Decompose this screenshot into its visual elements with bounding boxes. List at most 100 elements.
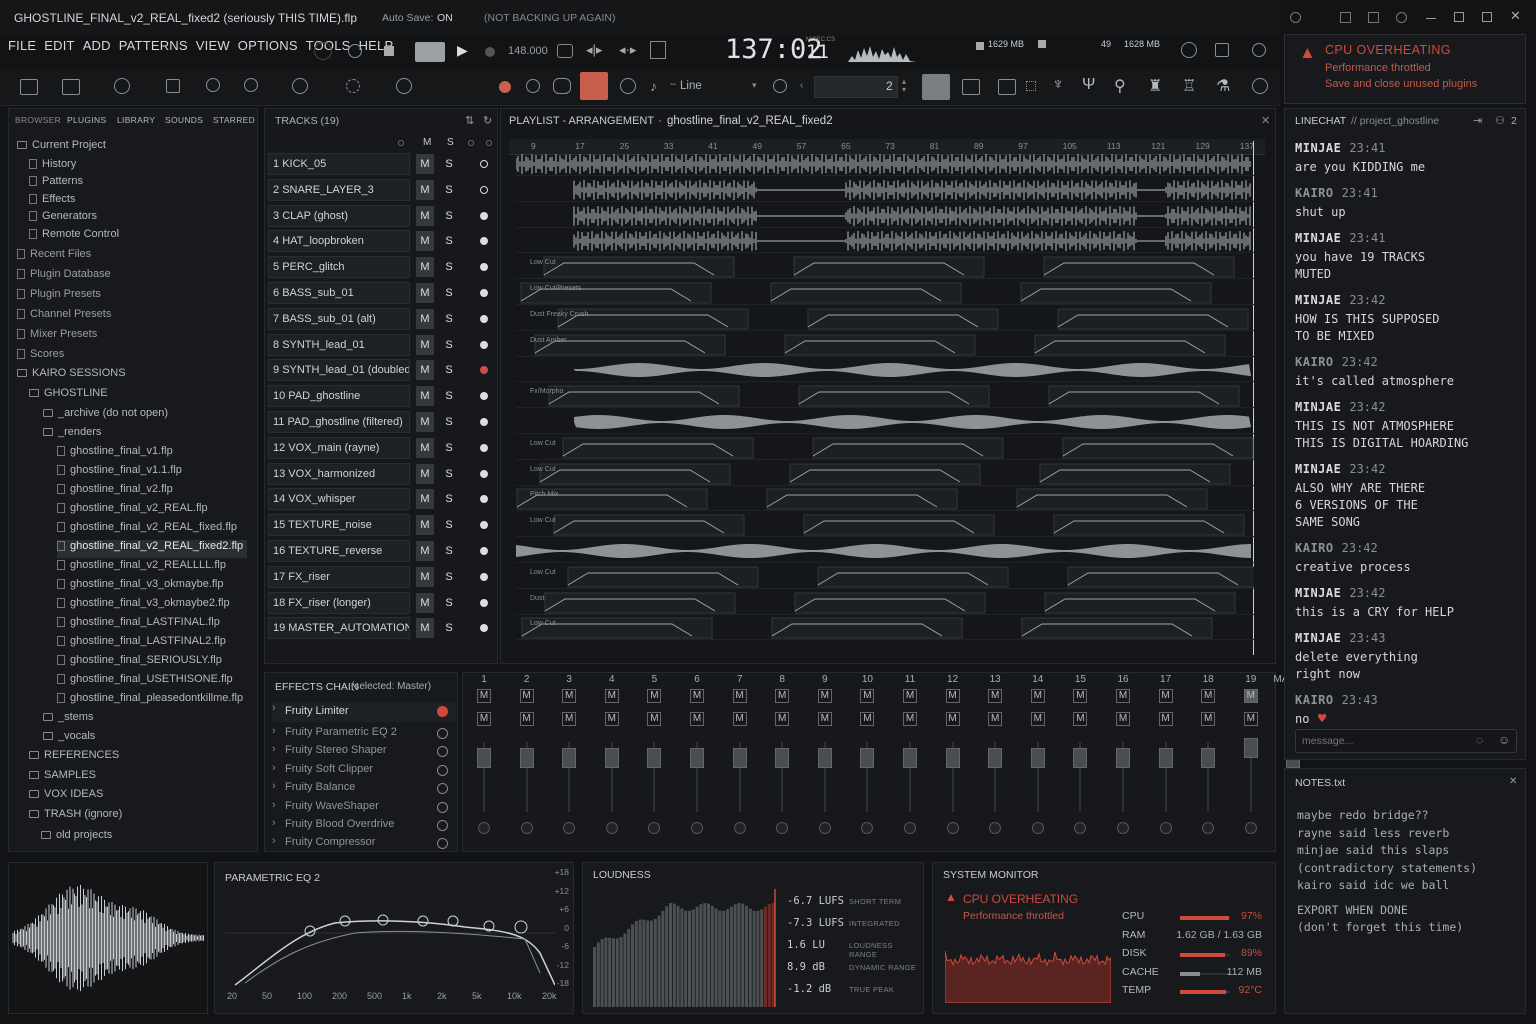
fader-knob[interactable] [604, 748, 619, 768]
browser-item[interactable]: ghostline_final_v2_REAL_fixed.flp [57, 521, 237, 539]
mute-button[interactable]: M [416, 283, 434, 303]
mixer-mute-button[interactable]: M [1158, 689, 1173, 703]
mixer-channel[interactable]: 11 M M [890, 672, 930, 852]
magnet-icon[interactable] [773, 79, 787, 93]
arrangement-lane[interactable] [516, 204, 1254, 228]
browser-item[interactable]: Recent Files [17, 248, 91, 266]
mixer-mute-button[interactable]: M [1073, 689, 1088, 703]
effect-enable-toggle[interactable] [437, 783, 448, 795]
browser-item[interactable]: Current Project [17, 139, 106, 157]
track-row[interactable]: 17 FX_riser M S [268, 565, 498, 589]
mixer-channel[interactable]: 16 M M [1103, 672, 1143, 852]
fader-knob[interactable] [775, 748, 790, 768]
browser-item[interactable]: ghostline_final_v3_okmaybe.flp [57, 578, 224, 596]
snap-dropdown-icon[interactable]: ▾ [752, 80, 757, 91]
fader-knob[interactable] [860, 748, 875, 768]
tab-library[interactable]: LIBRARY [117, 115, 155, 125]
track-name[interactable]: 4 HAT_loopbroken [268, 230, 410, 252]
track-row[interactable]: 2 SNARE_LAYER_3 M S [268, 178, 498, 202]
fader-knob[interactable] [1243, 738, 1258, 758]
arrangement-lane[interactable]: Low Cut [516, 565, 1259, 589]
redo-icon[interactable] [346, 79, 360, 93]
send-knob[interactable] [648, 822, 661, 834]
plugin-picker-icon[interactable] [1026, 81, 1036, 91]
mixer-mute-button[interactable]: M [945, 689, 960, 703]
effect-enable-toggle[interactable] [437, 706, 448, 717]
mixer-solo-button[interactable]: M [817, 712, 832, 726]
mixer-channel[interactable]: 10 M M [847, 672, 887, 852]
solo-button[interactable]: S [440, 386, 458, 406]
mixer-mute-button[interactable]: M [562, 689, 577, 703]
send-knob[interactable] [691, 822, 703, 834]
step-spinner-icon[interactable]: ▴ ▾ [902, 78, 906, 94]
effect-slot[interactable]: › Fruity Stereo Shaper [272, 743, 456, 761]
mixer-mute-button[interactable]: M [1030, 689, 1045, 703]
tab-starred[interactable]: STARRED [213, 115, 255, 125]
browser-item[interactable]: KAIRO SESSIONS [17, 367, 126, 385]
solo-button[interactable]: S [440, 360, 458, 380]
track-row[interactable]: 7 BASS_sub_01 (alt) M S [268, 307, 498, 331]
status-icon[interactable] [1290, 12, 1301, 23]
effect-slot[interactable]: › Fruity WaveShaper [272, 799, 456, 817]
arrangement-lane[interactable]: Fx/Morpho [516, 384, 1254, 408]
send-knob[interactable] [1074, 822, 1087, 834]
camera-icon[interactable] [1368, 12, 1379, 23]
solo-button[interactable]: S [440, 541, 458, 561]
send-knob[interactable] [989, 822, 1002, 834]
maximize-icon[interactable] [1482, 12, 1492, 22]
mixer-solo-button[interactable]: M [732, 712, 747, 726]
fader-knob[interactable] [732, 748, 747, 768]
arrangement-lane[interactable]: Pitch Mix [516, 487, 1254, 511]
browser-item[interactable]: REFERENCES [29, 749, 119, 767]
send-knob[interactable] [1117, 822, 1129, 834]
mute-button[interactable]: M [416, 567, 434, 587]
send-knob[interactable] [1031, 822, 1044, 834]
browser-item[interactable]: _renders [43, 426, 101, 444]
mixer-channel[interactable]: 19 M M [1231, 672, 1271, 852]
mixer-solo-button[interactable]: M [903, 712, 917, 726]
browser-item[interactable]: ghostline_final_v2_REAL.flp [57, 502, 208, 520]
arrangement-lane[interactable]: Low Cut [516, 436, 1254, 460]
mixer-icon[interactable] [962, 79, 980, 95]
browser-item[interactable]: Remote Control [29, 228, 119, 246]
browser-item[interactable]: ghostline_final_v2_REAL_fixed2.flp [57, 540, 247, 558]
track-row[interactable]: 11 PAD_ghostline (filtered) M S [268, 410, 498, 434]
solo-button[interactable]: S [440, 283, 458, 303]
screenshot-icon[interactable] [1340, 12, 1351, 23]
arrangement-lane[interactable]: Low Cut [516, 513, 1254, 537]
mixer-solo-button[interactable]: M [690, 712, 704, 726]
browser-item[interactable]: ghostline_final_SERIOUSLY.flp [57, 654, 222, 672]
mute-button[interactable]: M [416, 257, 434, 277]
browser-item[interactable]: _vocals [43, 730, 95, 748]
solo-button[interactable]: S [440, 438, 458, 458]
undo-icon[interactable] [206, 78, 220, 92]
mixer-solo-button[interactable]: M [1158, 712, 1173, 726]
mixer-channel[interactable]: 4 MM [592, 672, 632, 852]
fader-knob[interactable] [945, 748, 960, 768]
effect-enable-toggle[interactable] [437, 820, 448, 831]
solo-button[interactable]: S [440, 231, 458, 251]
arrangement-lane[interactable]: Dust [516, 591, 1254, 615]
effect-enable-toggle[interactable] [437, 801, 448, 813]
track-name[interactable]: 3 CLAP (ghost) [268, 205, 410, 227]
effect-enable-toggle[interactable] [437, 838, 448, 850]
song-mode-toggle[interactable] [415, 42, 445, 62]
track-arm-dot[interactable] [480, 418, 488, 426]
send-knob[interactable] [904, 822, 916, 834]
tool-6-icon[interactable]: ⚗ [1216, 76, 1230, 96]
mute-button[interactable]: M [416, 180, 434, 200]
mixer-solo-button[interactable]: M [647, 712, 662, 726]
menu-file[interactable]: FILE [8, 38, 36, 53]
browser-item[interactable]: Generators [29, 210, 97, 228]
track-name[interactable]: 14 VOX_whisper [268, 488, 410, 510]
browser-item[interactable]: Scores [17, 348, 64, 366]
attach-icon[interactable]: ◌ [1476, 733, 1483, 747]
track-arm-dot[interactable] [480, 392, 488, 400]
track-arm-dot[interactable] [480, 212, 488, 220]
track-arm-dot[interactable] [480, 366, 488, 374]
track-row[interactable]: 19 MASTER_AUTOMATION M S [268, 616, 498, 640]
notes-close-icon[interactable]: ✕ [1509, 776, 1517, 787]
solo-button[interactable]: S [440, 618, 458, 638]
mute-button[interactable]: M [416, 231, 434, 251]
send-knob[interactable] [861, 822, 874, 834]
